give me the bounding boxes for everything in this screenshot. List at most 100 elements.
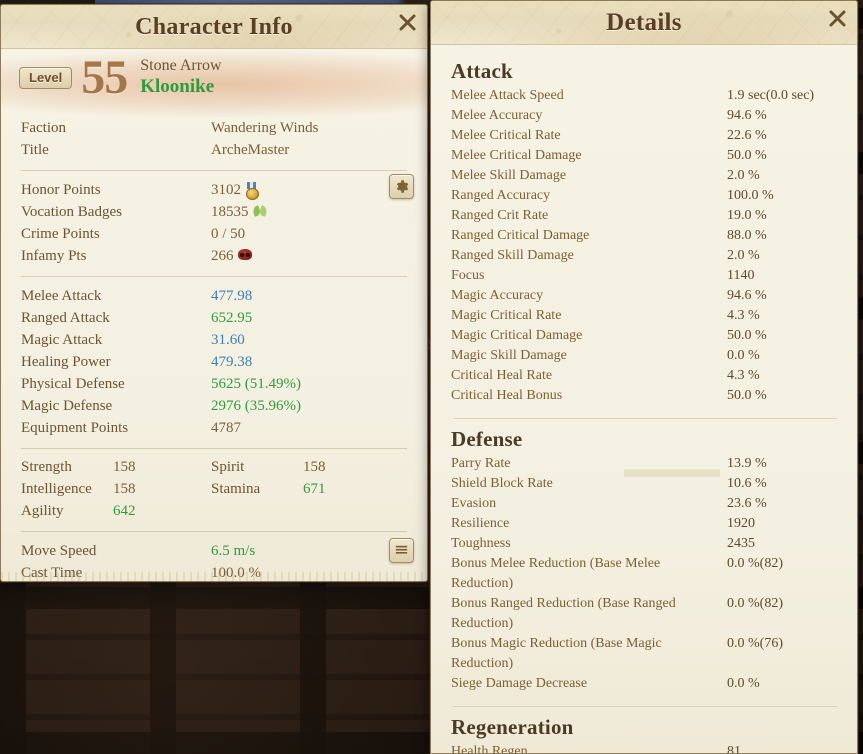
- stat-value: 94.6 %: [727, 288, 767, 303]
- stat-row: Magic Attack 31.60: [21, 329, 407, 351]
- stat-row: Ranged Skill Damage 2.0 %: [451, 246, 839, 266]
- stat-label: Parry Rate: [451, 456, 511, 471]
- medal-icon: [245, 182, 259, 200]
- stat-label: Melee Accuracy: [451, 108, 543, 123]
- leaf-icon: [253, 205, 267, 220]
- character-race: Stone Arrow: [140, 57, 222, 75]
- stat-label: Ranged Critical Damage: [451, 228, 590, 243]
- stat-value: ArcheMaster: [211, 142, 290, 158]
- stat-row: Faction Wandering Winds: [21, 117, 407, 139]
- stat-row: Physical Defense 5625 (51.49%): [21, 373, 407, 395]
- stat-value: 0.0 %: [727, 676, 760, 691]
- attribute-label: Strength: [21, 459, 72, 475]
- stat-value: 13.9 %: [727, 456, 767, 471]
- stat-row: Resilience 1920: [451, 514, 839, 534]
- stat-value: 50.0 %: [727, 328, 767, 343]
- stat-value: 23.6 %: [727, 496, 767, 511]
- list-icon[interactable]: [389, 538, 414, 563]
- stat-label: Magic Accuracy: [451, 288, 544, 303]
- combat-stats-list: Melee Attack 477.98 Ranged Attack 652.95 Mag…: [1, 285, 427, 439]
- stat-row: Ranged Accuracy 100.0 %: [451, 186, 839, 206]
- stat-row: Healing Power 479.38: [21, 351, 407, 373]
- divider: [21, 531, 407, 532]
- stat-label: Bonus Melee Reduction (Base Melee Reduct…: [451, 556, 661, 591]
- stat-label: Vocation Badges: [21, 204, 122, 220]
- stat-value: 1.9 sec(0.0 sec): [727, 88, 815, 103]
- stat-value: 22.6 %: [727, 128, 767, 143]
- divider: [21, 170, 407, 171]
- stat-value: 1920: [727, 516, 755, 531]
- stat-row: Parry Rate 13.9 %: [451, 454, 839, 474]
- attribute-label: Spirit: [211, 459, 245, 475]
- stat-value: 0 / 50: [211, 226, 246, 242]
- attribute-value: 671: [303, 481, 326, 497]
- divider: [21, 276, 407, 277]
- stat-row: Magic Critical Rate 4.3 %: [451, 306, 839, 326]
- stat-label: Ranged Crit Rate: [451, 208, 549, 223]
- character-name: Kloonike: [140, 76, 215, 98]
- stat-value: 477.98: [211, 288, 253, 304]
- stat-value: 479.38: [211, 354, 253, 370]
- attribute-value: 158: [303, 459, 326, 475]
- stat-label: Cast Time: [21, 565, 83, 581]
- stat-value: 2.0 %: [727, 248, 760, 263]
- stat-row: Ranged Crit Rate 19.0 %: [451, 206, 839, 226]
- divider: [21, 448, 407, 449]
- stat-value: 50.0 %: [727, 388, 767, 403]
- stat-value: 19.0 %: [727, 208, 767, 223]
- close-icon[interactable]: [824, 5, 850, 31]
- stat-value: 4.3 %: [727, 368, 760, 383]
- stat-row: Bonus Melee Reduction (Base Melee Reduct…: [451, 554, 839, 594]
- stat-value: 94.6 %: [727, 108, 767, 123]
- stat-row: Ranged Critical Damage 88.0 %: [451, 226, 839, 246]
- stat-row: Move Speed 6.5 m/s: [21, 540, 407, 562]
- stat-value: 2435: [727, 536, 755, 551]
- gear-icon[interactable]: [389, 174, 414, 199]
- stat-label: Magic Critical Damage: [451, 328, 583, 343]
- attribute-label: [211, 501, 303, 522]
- stat-row: Evasion 23.6 %: [451, 494, 839, 514]
- stat-label: Ranged Skill Damage: [451, 248, 574, 263]
- stat-row: Critical Heal Rate 4.3 %: [451, 366, 839, 386]
- character-info-window: Character Info Level 55 Stone Arrow Kloo…: [0, 4, 428, 582]
- level-row: Level 55 Stone Arrow Kloonike: [19, 54, 222, 101]
- stat-label: Equipment Points: [21, 420, 129, 436]
- stat-label: Evasion: [451, 496, 497, 511]
- stat-value: 0.0 %(76): [727, 636, 783, 651]
- stat-label: Magic Skill Damage: [451, 348, 567, 363]
- stat-value: Wandering Winds: [211, 120, 319, 136]
- stat-value: 10.6 %: [727, 476, 767, 491]
- stat-label: Melee Skill Damage: [451, 168, 567, 183]
- stat-row: Ranged Attack 652.95: [21, 307, 407, 329]
- stat-value: 2.0 %: [727, 168, 760, 183]
- stat-row: Melee Attack 477.98: [21, 285, 407, 307]
- stat-row: Infamy Pts 266: [21, 245, 407, 267]
- stat-row: Equipment Points 4787: [21, 417, 407, 439]
- attribute-value: 642: [113, 503, 136, 519]
- close-icon[interactable]: [394, 9, 420, 35]
- stat-label: Critical Heal Bonus: [451, 388, 563, 403]
- stat-label: Healing Power: [21, 354, 111, 370]
- stat-row: Focus 1140: [451, 266, 839, 286]
- stat-row: Magic Critical Damage 50.0 %: [451, 326, 839, 346]
- stat-label: Crime Points: [21, 226, 100, 242]
- stat-value: 81: [727, 744, 741, 754]
- character-identity: Stone Arrow Kloonike: [140, 57, 221, 98]
- stat-value: 652.95: [211, 310, 253, 326]
- character-info-body: Level 55 Stone Arrow Kloonike Faction Wan…: [1, 49, 427, 581]
- stat-label: Honor Points: [21, 182, 101, 198]
- character-info-title: Character Info: [135, 14, 293, 40]
- stat-label: Physical Defense: [21, 376, 125, 392]
- stat-row: Magic Skill Damage 0.0 %: [451, 346, 839, 366]
- stat-row: Cast Time 100.0 %: [21, 562, 407, 581]
- stat-value: 88.0 %: [727, 228, 767, 243]
- attribute-label: Intelligence: [21, 481, 92, 497]
- attribute-value: 158: [113, 481, 136, 497]
- stat-row: Crime Points 0 / 50: [21, 223, 407, 245]
- stat-value: 4.3 %: [727, 308, 760, 323]
- stat-label: Magic Attack: [21, 332, 103, 348]
- stat-label: Bonus Ranged Reduction (Base Ranged Redu…: [451, 596, 676, 631]
- stat-label: Toughness: [451, 536, 511, 551]
- identity-list: Faction Wandering Winds Title ArcheMaster: [1, 117, 427, 161]
- stat-label: Siege Damage Decrease: [451, 676, 588, 691]
